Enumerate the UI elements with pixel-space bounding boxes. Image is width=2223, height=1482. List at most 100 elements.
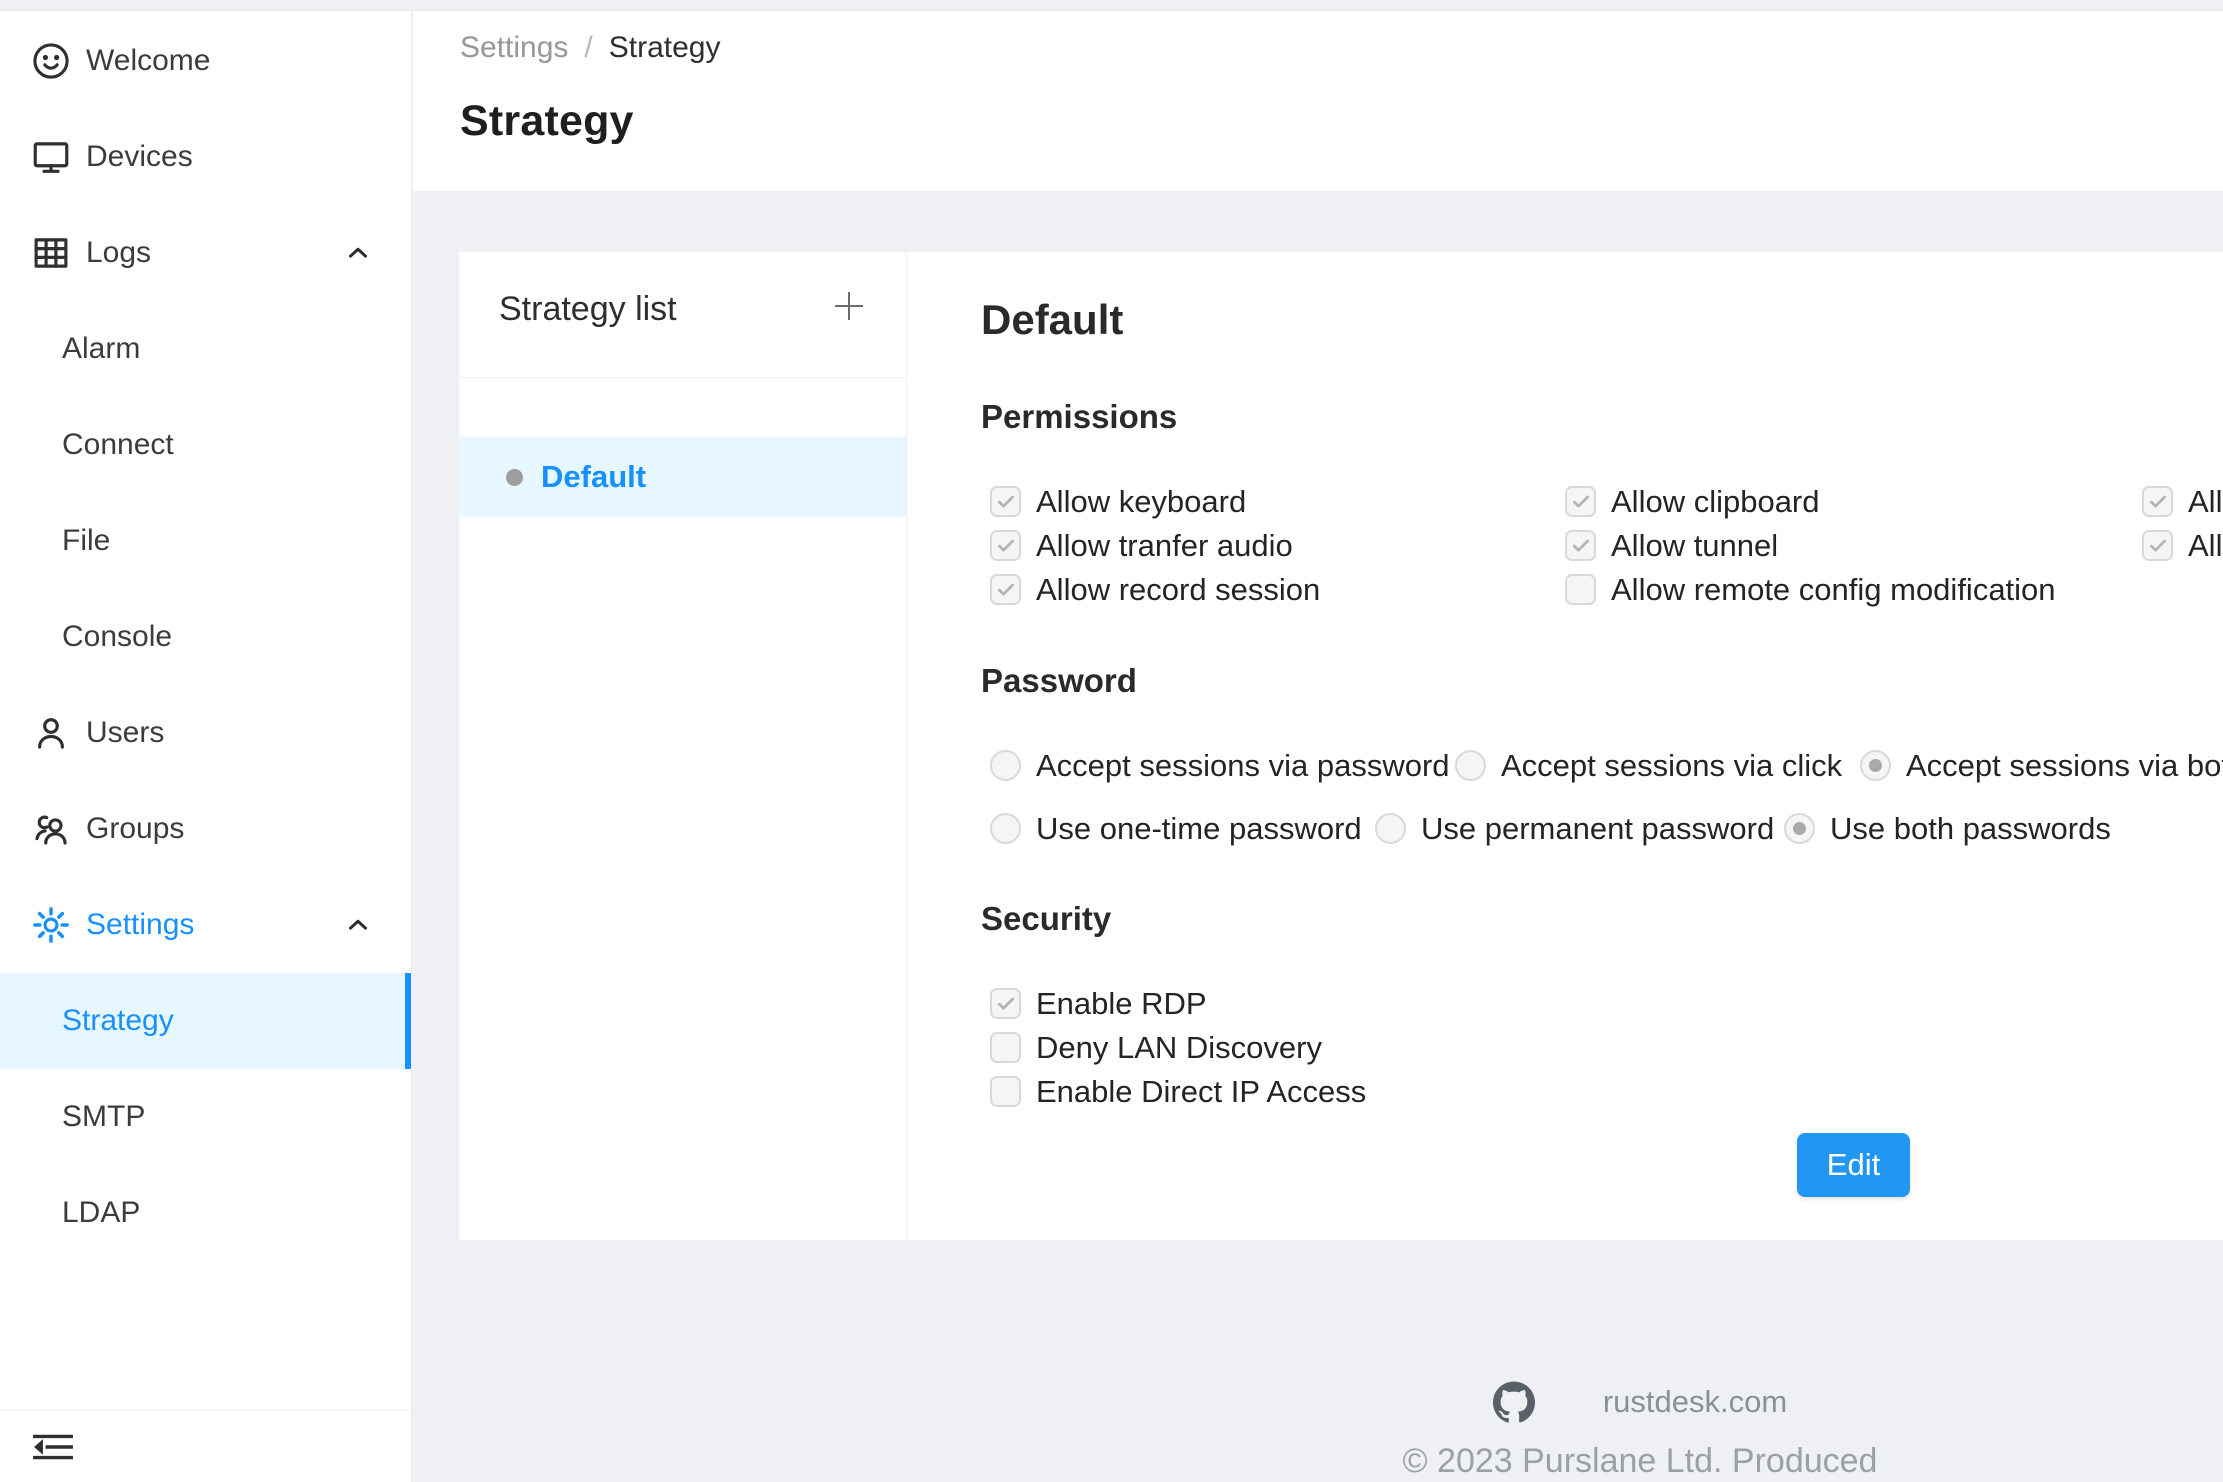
checkbox-label: Allow remote config modification: [1611, 572, 2056, 608]
radio-label: Accept sessions via both: [1906, 748, 2223, 784]
checkbox-allow-remote-config-modification[interactable]: [1565, 574, 1596, 605]
rustdesk-link[interactable]: rustdesk.com: [1603, 1384, 1787, 1420]
sidebar-item-devices[interactable]: Devices: [0, 109, 411, 205]
checkbox-truncated-1[interactable]: [2142, 486, 2173, 517]
strategy-name: Default: [541, 459, 646, 495]
permission-row: All: [2142, 486, 2222, 517]
checkbox-label: Enable Direct IP Access: [1036, 1074, 1366, 1110]
permissions-column-3: All All: [2142, 486, 2222, 561]
radio-use-permanent-password[interactable]: [1375, 813, 1406, 844]
radio-label: Use both passwords: [1830, 811, 2111, 847]
checkbox-allow-record-session[interactable]: [990, 574, 1021, 605]
strategy-card: Strategy list Default Default Permission…: [459, 252, 2223, 1240]
sidebar-item-settings[interactable]: Settings: [0, 877, 411, 973]
radio-option: Accept sessions via both: [1860, 750, 2223, 781]
sidebar-item-users[interactable]: Users: [0, 685, 411, 781]
menu-fold-icon[interactable]: [30, 1427, 76, 1467]
sidebar-item-ldap[interactable]: LDAP: [0, 1165, 411, 1261]
page-footer: rustdesk.com © 2023 Purslane Ltd. Produc…: [1340, 1378, 1940, 1481]
group-icon: [28, 806, 74, 852]
checkbox-label: Allow record session: [1036, 572, 1320, 608]
radio-accept-sessions-via-click[interactable]: [1455, 750, 1486, 781]
radio-option: Use both passwords: [1784, 813, 2111, 844]
page-title: Strategy: [460, 97, 634, 146]
checkbox-label: Allow tunnel: [1611, 528, 1778, 564]
github-icon[interactable]: [1493, 1381, 1535, 1423]
radio-option: Accept sessions via click: [1455, 750, 1842, 781]
checkbox-label: Deny LAN Discovery: [1036, 1030, 1322, 1066]
sidebar-item-label: LDAP: [62, 1196, 140, 1230]
gear-icon: [28, 902, 74, 948]
checkbox-label: Allow keyboard: [1036, 484, 1246, 520]
security-column: Enable RDP Deny LAN Discovery Enable Dir…: [990, 988, 1366, 1107]
radio-label: Accept sessions via password: [1036, 748, 1450, 784]
checkbox-allow-tunnel[interactable]: [1565, 530, 1596, 561]
permission-row: Allow record session: [990, 574, 1320, 605]
checkbox-allow-transfer-audio[interactable]: [990, 530, 1021, 561]
chevron-up-icon: [343, 910, 373, 940]
strategy-list-item-default[interactable]: Default: [459, 437, 906, 517]
sidebar-footer: [0, 1410, 411, 1482]
sidebar-item-label: Console: [62, 620, 172, 654]
sidebar-item-label: Users: [86, 716, 164, 750]
radio-option: Use permanent password: [1375, 813, 1774, 844]
sidebar: Welcome Devices Logs Alarm Connect File: [0, 11, 412, 1482]
checkbox-deny-lan-discovery[interactable]: [990, 1032, 1021, 1063]
sidebar-item-logs[interactable]: Logs: [0, 205, 411, 301]
sidebar-item-smtp[interactable]: SMTP: [0, 1069, 411, 1165]
breadcrumb-separator: /: [584, 31, 592, 65]
bullet-dot-icon: [506, 469, 523, 486]
radio-label: Accept sessions via click: [1501, 748, 1842, 784]
sidebar-item-file[interactable]: File: [0, 493, 411, 589]
sidebar-item-alarm[interactable]: Alarm: [0, 301, 411, 397]
copyright-text: © 2023 Purslane Ltd. Produced: [1340, 1442, 1940, 1481]
radio-label: Use permanent password: [1421, 811, 1774, 847]
user-icon: [28, 710, 74, 756]
table-icon: [28, 230, 74, 276]
permission-row: Allow clipboard: [1565, 486, 2056, 517]
checkbox-enable-rdp[interactable]: [990, 988, 1021, 1019]
checkbox-truncated-2[interactable]: [2142, 530, 2173, 561]
permission-row: Allow tunnel: [1565, 530, 2056, 561]
radio-accept-sessions-via-both[interactable]: [1860, 750, 1891, 781]
radio-accept-sessions-via-password[interactable]: [990, 750, 1021, 781]
sidebar-item-console[interactable]: Console: [0, 589, 411, 685]
sidebar-item-label: Settings: [86, 908, 194, 942]
security-heading: Security: [981, 900, 1111, 938]
radio-use-one-time-password[interactable]: [990, 813, 1021, 844]
sidebar-item-label: Alarm: [62, 332, 140, 366]
checkbox-label: Allow tranfer audio: [1036, 528, 1293, 564]
radio-label: Use one-time password: [1036, 811, 1362, 847]
sidebar-item-label: Logs: [86, 236, 151, 270]
sidebar-item-groups[interactable]: Groups: [0, 781, 411, 877]
plus-icon: [829, 286, 869, 326]
sidebar-item-label: Welcome: [86, 44, 210, 78]
permission-row: All: [2142, 530, 2222, 561]
password-heading: Password: [981, 662, 1137, 700]
radio-use-both-passwords[interactable]: [1784, 813, 1815, 844]
sidebar-item-welcome[interactable]: Welcome: [0, 13, 411, 109]
permission-row: Allow remote config modification: [1565, 574, 2056, 605]
permission-row: Allow keyboard: [990, 486, 1320, 517]
chevron-up-icon: [343, 238, 373, 268]
checkbox-allow-keyboard[interactable]: [990, 486, 1021, 517]
permissions-column-1: Allow keyboard Allow tranfer audio Allow…: [990, 486, 1320, 605]
edit-button[interactable]: Edit: [1797, 1133, 1910, 1197]
checkbox-enable-direct-ip-access[interactable]: [990, 1076, 1021, 1107]
security-row: Enable Direct IP Access: [990, 1076, 1366, 1107]
permissions-column-2: Allow clipboard Allow tunnel Allow remot…: [1565, 486, 2056, 605]
strategy-list-header: Strategy list: [459, 252, 906, 378]
sidebar-item-connect[interactable]: Connect: [0, 397, 411, 493]
radio-option: Accept sessions via password: [990, 750, 1450, 781]
security-row: Enable RDP: [990, 988, 1366, 1019]
sidebar-item-label: File: [62, 524, 110, 558]
sidebar-item-label: SMTP: [62, 1100, 145, 1134]
sidebar-item-label: Groups: [86, 812, 184, 846]
monitor-icon: [28, 134, 74, 180]
add-strategy-button[interactable]: [825, 282, 873, 330]
radio-option: Use one-time password: [990, 813, 1362, 844]
breadcrumb-settings[interactable]: Settings: [460, 31, 568, 65]
checkbox-label: All: [2188, 528, 2222, 564]
sidebar-item-strategy[interactable]: Strategy: [0, 973, 411, 1069]
checkbox-allow-clipboard[interactable]: [1565, 486, 1596, 517]
